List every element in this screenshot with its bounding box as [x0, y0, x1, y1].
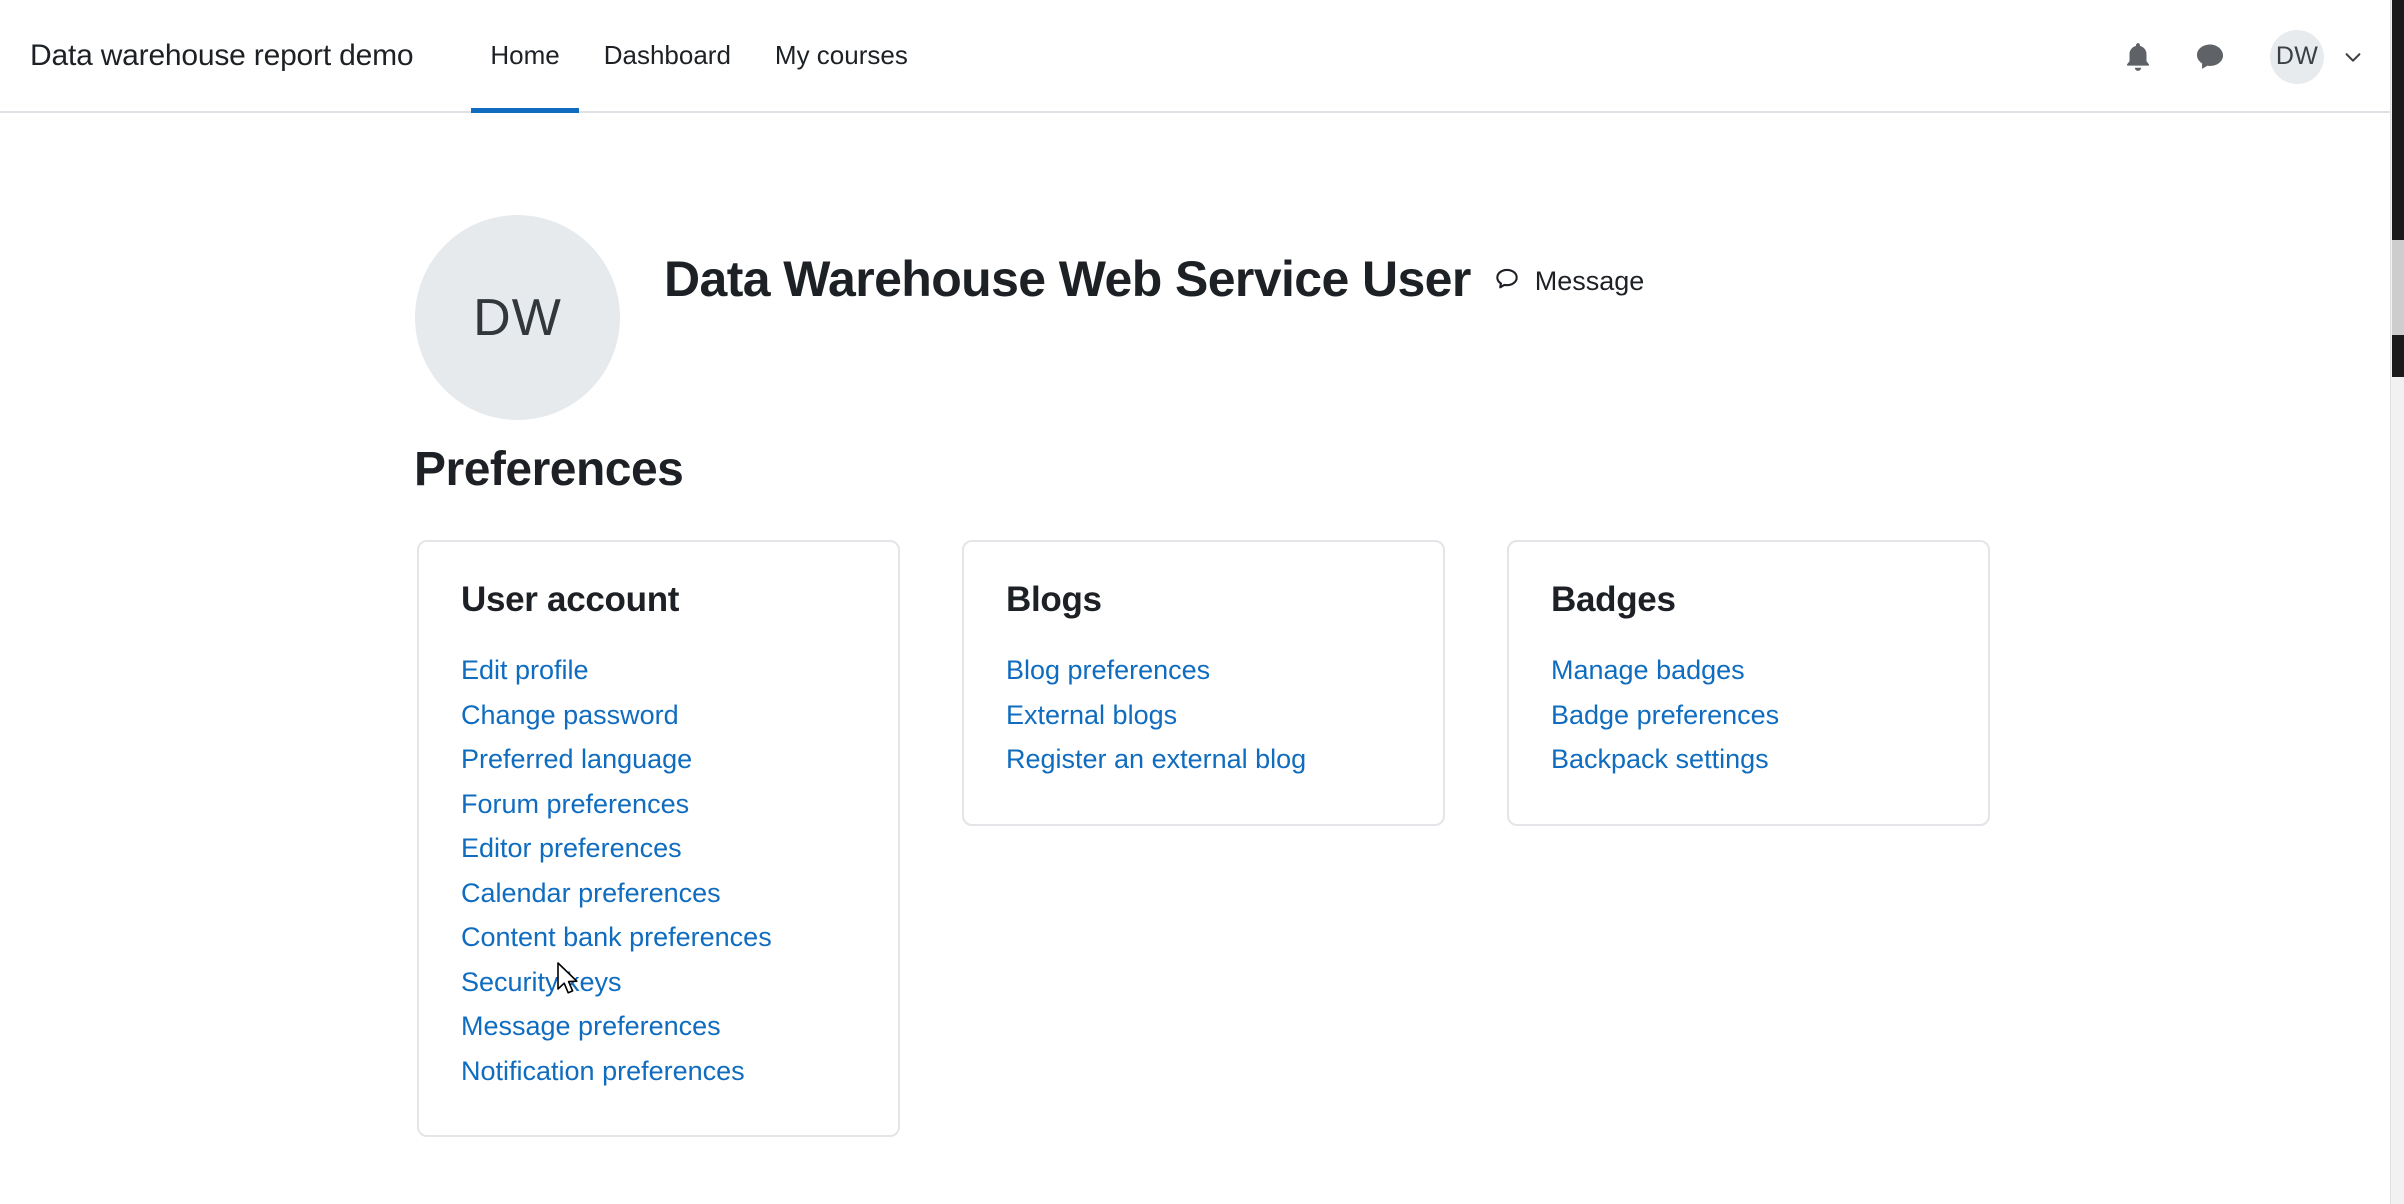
- notifications-button[interactable]: [2118, 37, 2158, 77]
- message-user-button[interactable]: Message: [1493, 265, 1645, 298]
- page-title: Preferences: [414, 442, 2390, 497]
- profile-name-row: Data Warehouse Web Service User Message: [664, 250, 1644, 308]
- card-blogs-links: Blog preferences External blogs Register…: [1006, 648, 1401, 782]
- list-item: Content bank preferences: [461, 915, 856, 960]
- card-user-account: User account Edit profile Change passwor…: [417, 540, 900, 1137]
- link-security-keys[interactable]: Security keys: [461, 960, 856, 1005]
- scrollbar-thumb-secondary[interactable]: [2392, 335, 2404, 377]
- bell-icon: [2121, 39, 2155, 75]
- link-edit-profile[interactable]: Edit profile: [461, 648, 856, 693]
- page-title-user-name: Data Warehouse Web Service User: [664, 250, 1471, 308]
- message-bubble-icon: [2193, 40, 2227, 74]
- card-badges-links: Manage badges Badge preferences Backpack…: [1551, 648, 1946, 782]
- link-blog-preferences[interactable]: Blog preferences: [1006, 648, 1401, 693]
- nav-item-my-courses[interactable]: My courses: [753, 0, 930, 112]
- list-item: Editor preferences: [461, 826, 856, 871]
- link-badge-preferences[interactable]: Badge preferences: [1551, 693, 1946, 738]
- primary-navigation: Home Dashboard My courses: [468, 0, 929, 112]
- profile-header: DW Data Warehouse Web Service User Messa…: [0, 113, 2390, 420]
- link-calendar-preferences[interactable]: Calendar preferences: [461, 871, 856, 916]
- preferences-cards-row: User account Edit profile Change passwor…: [417, 540, 2390, 1137]
- card-blogs: Blogs Blog preferences External blogs Re…: [962, 540, 1445, 826]
- link-content-bank-preferences[interactable]: Content bank preferences: [461, 915, 856, 960]
- page-scrollbar[interactable]: [2390, 0, 2404, 1204]
- navbar-avatar: DW: [2270, 30, 2324, 84]
- message-user-label: Message: [1535, 266, 1645, 297]
- user-menu-button[interactable]: DW: [2270, 30, 2364, 84]
- list-item: Change password: [461, 693, 856, 738]
- list-item: Message preferences: [461, 1004, 856, 1049]
- nav-item-dashboard-label: Dashboard: [604, 40, 731, 71]
- link-message-preferences[interactable]: Message preferences: [461, 1004, 856, 1049]
- nav-item-my-courses-label: My courses: [775, 40, 908, 71]
- list-item: External blogs: [1006, 693, 1401, 738]
- link-editor-preferences[interactable]: Editor preferences: [461, 826, 856, 871]
- nav-item-dashboard[interactable]: Dashboard: [582, 0, 753, 112]
- list-item: Manage badges: [1551, 648, 1946, 693]
- link-forum-preferences[interactable]: Forum preferences: [461, 782, 856, 827]
- chevron-down-icon: [2342, 46, 2364, 68]
- list-item: Register an external blog: [1006, 737, 1401, 782]
- card-user-account-links: Edit profile Change password Preferred l…: [461, 648, 856, 1093]
- messages-button[interactable]: [2190, 37, 2230, 77]
- page-content: DW Data Warehouse Web Service User Messa…: [0, 113, 2390, 1204]
- list-item: Notification preferences: [461, 1049, 856, 1094]
- card-blogs-title: Blogs: [1006, 580, 1401, 620]
- scrollbar-thumb[interactable]: [2392, 0, 2404, 240]
- profile-avatar-initials: DW: [473, 288, 562, 348]
- list-item: Forum preferences: [461, 782, 856, 827]
- list-item: Backpack settings: [1551, 737, 1946, 782]
- link-external-blogs[interactable]: External blogs: [1006, 693, 1401, 738]
- list-item: Security keys: [461, 960, 856, 1005]
- list-item: Blog preferences: [1006, 648, 1401, 693]
- nav-item-home[interactable]: Home: [468, 0, 581, 112]
- list-item: Edit profile: [461, 648, 856, 693]
- scrollbar-track-segment[interactable]: [2392, 240, 2404, 335]
- link-backpack-settings[interactable]: Backpack settings: [1551, 737, 1946, 782]
- list-item: Calendar preferences: [461, 871, 856, 916]
- speech-bubble-outline-icon: [1493, 265, 1521, 298]
- list-item: Preferred language: [461, 737, 856, 782]
- nav-item-home-label: Home: [490, 40, 559, 71]
- card-badges: Badges Manage badges Badge preferences B…: [1507, 540, 1990, 826]
- card-user-account-title: User account: [461, 580, 856, 620]
- link-preferred-language[interactable]: Preferred language: [461, 737, 856, 782]
- top-navbar: Data warehouse report demo Home Dashboar…: [0, 0, 2390, 113]
- navbar-avatar-initials: DW: [2276, 42, 2318, 71]
- link-notification-preferences[interactable]: Notification preferences: [461, 1049, 856, 1094]
- link-change-password[interactable]: Change password: [461, 693, 856, 738]
- list-item: Badge preferences: [1551, 693, 1946, 738]
- card-badges-title: Badges: [1551, 580, 1946, 620]
- site-brand-title[interactable]: Data warehouse report demo: [30, 39, 413, 73]
- profile-avatar[interactable]: DW: [415, 215, 620, 420]
- link-register-external-blog[interactable]: Register an external blog: [1006, 737, 1401, 782]
- link-manage-badges[interactable]: Manage badges: [1551, 648, 1946, 693]
- navbar-right-tools: DW: [2118, 0, 2364, 113]
